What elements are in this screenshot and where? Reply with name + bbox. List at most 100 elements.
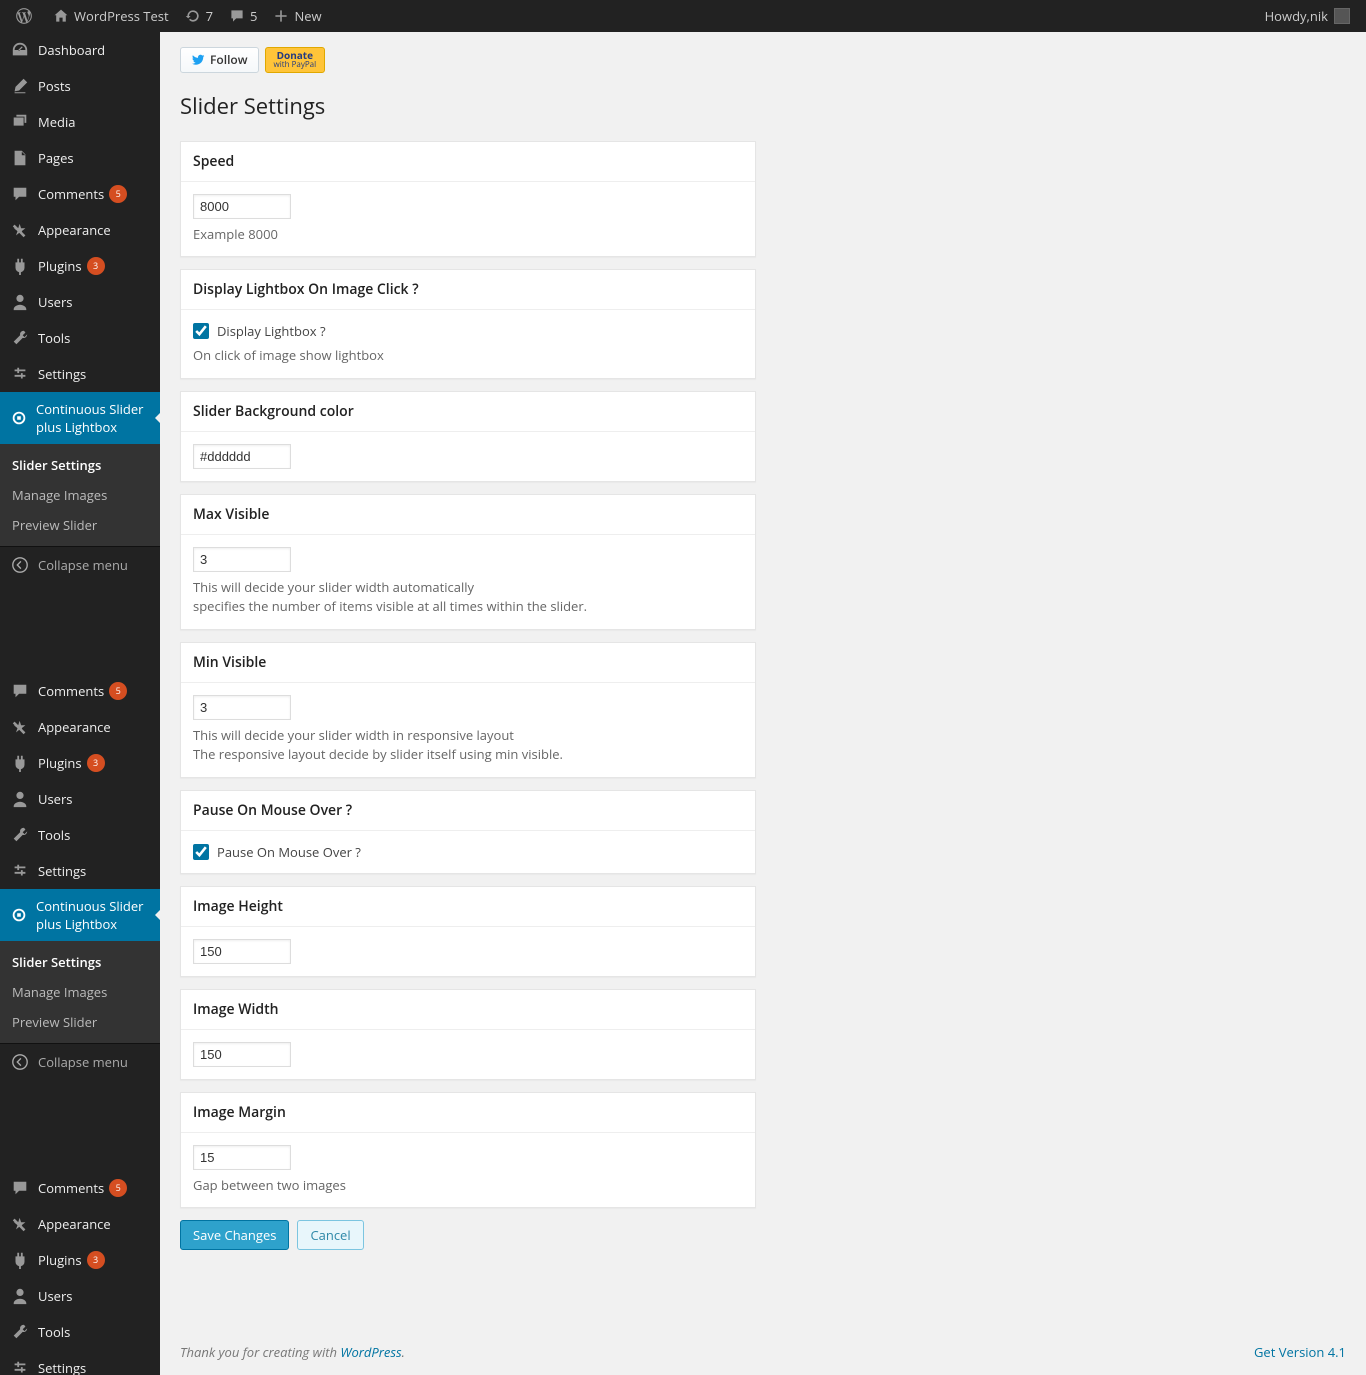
- speed-input[interactable]: [193, 194, 291, 219]
- comments-icon: [10, 681, 30, 701]
- image-margin-input[interactable]: [193, 1145, 291, 1170]
- submenu: Slider SettingsManage ImagesPreview Slid…: [0, 941, 160, 1043]
- sidebar-item-label: Settings: [38, 365, 86, 383]
- sidebar-item-posts[interactable]: Posts: [0, 68, 160, 104]
- cancel-button[interactable]: Cancel: [297, 1220, 363, 1250]
- follow-label: Follow: [210, 51, 248, 68]
- sidebar-item-label: Pages: [38, 149, 74, 167]
- sidebar-item-comments[interactable]: Comments5: [0, 176, 160, 212]
- posts-icon: [10, 76, 30, 96]
- site-name: WordPress Test: [74, 7, 169, 25]
- save-button[interactable]: Save Changes: [180, 1220, 289, 1250]
- sidebar-item-tools[interactable]: Tools: [0, 1314, 160, 1350]
- sidebar-item-label: Appearance: [38, 221, 111, 239]
- new-label: New: [294, 7, 321, 25]
- sidebar-item-comments[interactable]: Comments5: [0, 673, 160, 709]
- sidebar-item-comments[interactable]: Comments 5: [0, 1170, 160, 1206]
- donate-sub: with PayPal: [274, 61, 317, 70]
- sidebar-item-appearance[interactable]: Appearance: [0, 709, 160, 745]
- submenu-item[interactable]: Manage Images: [0, 480, 160, 510]
- version-link[interactable]: Get Version 4.1: [1254, 1343, 1346, 1361]
- sidebar-item-settings[interactable]: Settings: [0, 853, 160, 889]
- slider-icon: [10, 905, 28, 925]
- badge: 3: [87, 1251, 105, 1269]
- bgcolor-input[interactable]: [193, 444, 291, 469]
- media-icon: [10, 112, 30, 132]
- site-name-link[interactable]: WordPress Test: [45, 0, 177, 32]
- sidebar-item-slider[interactable]: Continuous Slider plus Lightbox: [0, 889, 160, 941]
- sidebar-item-tools[interactable]: Tools: [0, 320, 160, 356]
- sidebar-item-users[interactable]: Users: [0, 1278, 160, 1314]
- sidebar-item-plugins[interactable]: Plugins3: [0, 745, 160, 781]
- collapse-label: Collapse menu: [38, 1053, 128, 1071]
- setting-max-visible: Max Visible This will decide your slider…: [180, 494, 756, 630]
- collapse-menu[interactable]: Collapse menu: [0, 1043, 160, 1080]
- sidebar-item-pages[interactable]: Pages: [0, 140, 160, 176]
- max-visible-helper2: specifies the number of items visible at…: [193, 597, 743, 617]
- sidebar-item-label: Settings: [38, 862, 86, 880]
- sidebar-item-settings[interactable]: Settings: [0, 1350, 160, 1375]
- submenu-item[interactable]: Preview Slider: [0, 510, 160, 540]
- setting-pause: Pause On Mouse Over ? Pause On Mouse Ove…: [180, 790, 756, 874]
- comments-icon: [10, 1178, 30, 1198]
- submenu-item[interactable]: Slider Settings: [0, 947, 160, 977]
- min-visible-input[interactable]: [193, 695, 291, 720]
- comments-icon: [10, 184, 30, 204]
- wordpress-link[interactable]: WordPress: [340, 1343, 401, 1361]
- sidebar-item-dashboard[interactable]: Dashboard: [0, 32, 160, 68]
- new-content-link[interactable]: New: [265, 0, 329, 32]
- setting-heading: Image Height: [181, 887, 755, 927]
- updates-count: 7: [206, 7, 213, 25]
- admin-footer: Thank you for creating with WordPress. G…: [160, 1329, 1366, 1375]
- updates-link[interactable]: 7: [177, 0, 221, 32]
- image-height-input[interactable]: [193, 939, 291, 964]
- collapse-label: Collapse menu: [38, 556, 128, 574]
- paypal-donate-button[interactable]: Donate with PayPal: [265, 47, 326, 73]
- sidebar-item-settings[interactable]: Settings: [0, 356, 160, 392]
- lightbox-checkbox-label: Display Lightbox ?: [217, 322, 326, 340]
- sidebar-item-label: Plugins: [38, 754, 82, 772]
- account-link[interactable]: Howdy, nik: [1257, 0, 1358, 32]
- comment-icon: [229, 8, 245, 24]
- sidebar-item-appearance[interactable]: Appearance: [0, 1206, 160, 1242]
- badge: 5: [109, 1179, 127, 1197]
- sidebar-item-label: Comments: [38, 1179, 104, 1197]
- collapse-menu[interactable]: Collapse menu: [0, 546, 160, 583]
- wp-logo[interactable]: [8, 0, 45, 32]
- avatar: [1334, 8, 1350, 24]
- sidebar-item-label: Continuous Slider plus Lightbox: [36, 400, 150, 436]
- min-visible-helper1: This will decide your slider width in re…: [193, 726, 743, 746]
- lightbox-checkbox[interactable]: [193, 323, 209, 339]
- sidebar-item-plugins[interactable]: Plugins3: [0, 1242, 160, 1278]
- appearance-icon: [10, 220, 30, 240]
- image-width-input[interactable]: [193, 1042, 291, 1067]
- sidebar-item-label: Dashboard: [38, 41, 105, 59]
- sidebar-item-users[interactable]: Users: [0, 781, 160, 817]
- submenu-item[interactable]: Preview Slider: [0, 1007, 160, 1037]
- sidebar-item-label: Plugins: [38, 257, 82, 275]
- badge: 5: [109, 185, 127, 203]
- sidebar-item-users[interactable]: Users: [0, 284, 160, 320]
- lightbox-helper: On click of image show lightbox: [193, 346, 743, 366]
- comments-link[interactable]: 5: [221, 0, 265, 32]
- update-icon: [185, 8, 201, 24]
- plugins-icon: [10, 1250, 30, 1270]
- appearance-icon: [10, 717, 30, 737]
- max-visible-input[interactable]: [193, 547, 291, 572]
- twitter-follow-button[interactable]: Follow: [180, 47, 259, 73]
- setting-lightbox: Display Lightbox On Image Click ? Displa…: [180, 269, 756, 379]
- setting-heading: Display Lightbox On Image Click ?: [181, 270, 755, 310]
- users-icon: [10, 1286, 30, 1306]
- sidebar-item-label: Media: [38, 113, 75, 131]
- submenu-item[interactable]: Manage Images: [0, 977, 160, 1007]
- sidebar-item-label: Appearance: [38, 718, 111, 736]
- setting-min-visible: Min Visible This will decide your slider…: [180, 642, 756, 778]
- sidebar-item-label: Appearance: [38, 1215, 111, 1233]
- submenu-item[interactable]: Slider Settings: [0, 450, 160, 480]
- sidebar-item-slider[interactable]: Continuous Slider plus Lightbox: [0, 392, 160, 444]
- sidebar-item-media[interactable]: Media: [0, 104, 160, 140]
- sidebar-item-plugins[interactable]: Plugins3: [0, 248, 160, 284]
- sidebar-item-appearance[interactable]: Appearance: [0, 212, 160, 248]
- sidebar-item-tools[interactable]: Tools: [0, 817, 160, 853]
- pause-checkbox[interactable]: [193, 844, 209, 860]
